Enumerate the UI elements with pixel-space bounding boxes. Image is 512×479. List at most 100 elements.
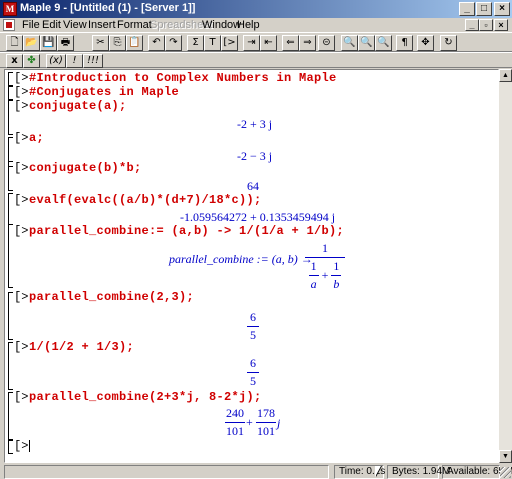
maximize-button[interactable]: □ xyxy=(476,2,492,16)
minimize-button[interactable]: _ xyxy=(459,2,475,16)
close-button[interactable]: × xyxy=(494,2,510,16)
fraction-numerator: 240 xyxy=(226,406,244,420)
prompt: [> xyxy=(14,99,29,113)
indent-icon[interactable]: ⇥ xyxy=(243,35,260,51)
execution-group-bracket[interactable] xyxy=(8,100,13,135)
execution-group-bracket[interactable] xyxy=(8,72,13,86)
prompt: [> xyxy=(14,224,29,238)
execute-all-icon[interactable]: !!! xyxy=(83,54,103,68)
main-toolbar: 🗋 📂 💾 🖶 ✂ ⎘ 📋 ↶ ↷ Σ T [> ⇥ ⇤ ⇐ ⇒ ⊝ 🔍 🔍 🔍… xyxy=(0,32,512,52)
worksheet[interactable]: [> #Introduction to Complex Numbers in M… xyxy=(4,69,499,463)
execute-icon[interactable]: ! xyxy=(66,54,83,68)
prompt: [> xyxy=(14,161,29,175)
menu-help[interactable]: Help xyxy=(237,19,260,31)
menu-window[interactable]: Window xyxy=(202,19,241,31)
menu-insert[interactable]: Insert xyxy=(88,19,116,31)
command-line[interactable]: parallel_combine(2,3); xyxy=(29,290,194,304)
save-icon[interactable]: 💾 xyxy=(40,35,57,51)
command-line[interactable]: conjugate(a); xyxy=(29,99,127,113)
cut-icon[interactable]: ✂ xyxy=(92,35,109,51)
execution-group-bracket[interactable] xyxy=(8,86,13,100)
expand-sections-icon[interactable]: ✥ xyxy=(417,35,434,51)
output-inverse-sum: 6 5 xyxy=(247,356,259,389)
command-line[interactable]: #Conjugates in Maple xyxy=(29,85,179,99)
scroll-up-icon[interactable]: ▲ xyxy=(499,69,512,82)
output-pc-definition: parallel_combine := (a, b) → xyxy=(169,252,313,266)
paste-icon[interactable]: 📋 xyxy=(126,35,143,51)
insert-prompt-icon[interactable]: [> xyxy=(221,35,238,51)
execute-paren-icon[interactable]: (x) xyxy=(46,54,66,68)
resize-grip-icon[interactable] xyxy=(500,467,511,478)
fraction-denominator: 101 xyxy=(226,424,244,438)
execution-group-bracket[interactable] xyxy=(8,224,13,288)
command-line[interactable]: conjugate(b)*b; xyxy=(29,161,142,175)
imaginary-unit: j xyxy=(277,416,281,430)
command-line[interactable]: a; xyxy=(29,131,44,145)
copy-icon[interactable]: ⎘ xyxy=(109,35,126,51)
execution-group-bracket[interactable] xyxy=(8,342,13,390)
command-line[interactable]: evalf(evalc((a/b)*(d+7)/18*c)); xyxy=(29,193,262,207)
vertical-scrollbar[interactable]: ▲ ▼ xyxy=(499,69,512,463)
command-line[interactable]: parallel_combine:= (a,b) -> 1/(1/a + 1/b… xyxy=(29,224,344,238)
document-icon[interactable] xyxy=(3,19,15,31)
fraction-denominator: 101 xyxy=(257,424,275,438)
forward-icon[interactable]: ⇒ xyxy=(299,35,316,51)
menu-edit[interactable]: Edit xyxy=(42,19,61,31)
zoom-150-icon[interactable]: 🔍 xyxy=(358,35,375,51)
output-complex-imag: 178 101 xyxy=(256,406,276,439)
prompt: [> xyxy=(14,439,29,453)
window-title: Maple 9 - [Untitled (1) - [Server 1]] xyxy=(20,2,196,14)
status-available: Available: 652M xyxy=(442,465,512,479)
status-message xyxy=(4,465,329,479)
command-line[interactable]: 1/(1/2 + 1/3); xyxy=(29,340,134,354)
scroll-down-icon[interactable]: ▼ xyxy=(499,450,512,463)
output-conjugate-a: -2 + 3 j xyxy=(237,117,273,131)
prompt: [> xyxy=(14,290,29,304)
execution-group-bracket[interactable] xyxy=(8,440,13,454)
stop-icon[interactable]: ⊝ xyxy=(318,35,335,51)
output-conj-b-times-b: 64 xyxy=(247,179,259,193)
menu-bar: File Edit View Insert Format Spreadsheet… xyxy=(0,18,512,32)
status-bytes: Bytes: 1.94M xyxy=(387,465,450,479)
prompt: [> xyxy=(14,131,29,145)
fraction-denominator: a xyxy=(310,277,317,291)
insert-text-icon[interactable]: T xyxy=(204,35,221,51)
mdi-restore-button[interactable]: ▫ xyxy=(479,19,493,31)
outdent-icon[interactable]: ⇤ xyxy=(260,35,277,51)
fraction-numerator: 1 xyxy=(322,241,328,255)
mdi-minimize-button[interactable]: _ xyxy=(465,19,479,31)
undo-icon[interactable]: ↶ xyxy=(148,35,165,51)
command-line[interactable]: #Introduction to Complex Numbers in Mapl… xyxy=(29,71,337,85)
title-bar: M Maple 9 - [Untitled (1) - [Server 1]] … xyxy=(0,0,512,18)
output-evalf: -1.059564272 + 0.1353459494 j xyxy=(180,210,336,224)
new-icon[interactable]: 🗋 xyxy=(6,35,23,51)
output-pc-fraction: 1 1 a + 1 b xyxy=(305,241,345,292)
show-markers-icon[interactable]: ¶ xyxy=(396,35,413,51)
prompt: [> xyxy=(14,85,29,99)
restart-icon[interactable]: ↻ xyxy=(440,35,457,51)
execution-group-bracket[interactable] xyxy=(8,392,13,440)
menu-view[interactable]: View xyxy=(63,19,87,31)
plus-sign: + xyxy=(246,415,253,429)
math-mode-x-icon[interactable]: x xyxy=(6,54,23,68)
zoom-200-icon[interactable]: 🔍 xyxy=(375,35,392,51)
insert-math-icon[interactable]: Σ xyxy=(187,35,204,51)
maple-leaf-icon[interactable]: M xyxy=(3,2,17,16)
execution-group-bracket[interactable] xyxy=(8,292,13,340)
fraction-numerator: 1 xyxy=(333,259,340,273)
open-icon[interactable]: 📂 xyxy=(23,35,40,51)
math-mode-leaf-icon[interactable]: ✤ xyxy=(23,54,40,68)
back-icon[interactable]: ⇐ xyxy=(282,35,299,51)
output-pc-2-3: 6 5 xyxy=(247,310,259,343)
execution-group-bracket[interactable] xyxy=(8,161,13,191)
mdi-close-button[interactable]: × xyxy=(494,19,508,31)
command-line[interactable]: parallel_combine(2+3*j, 8-2*j); xyxy=(29,390,262,404)
menu-file[interactable]: File xyxy=(22,19,40,31)
text-cursor xyxy=(29,440,30,452)
print-icon[interactable]: 🖶 xyxy=(57,35,74,51)
plus-sign: + xyxy=(321,268,329,282)
redo-icon[interactable]: ↷ xyxy=(165,35,182,51)
menu-format[interactable]: Format xyxy=(117,19,152,31)
execution-group-bracket[interactable] xyxy=(8,193,13,225)
zoom-100-icon[interactable]: 🔍 xyxy=(341,35,358,51)
